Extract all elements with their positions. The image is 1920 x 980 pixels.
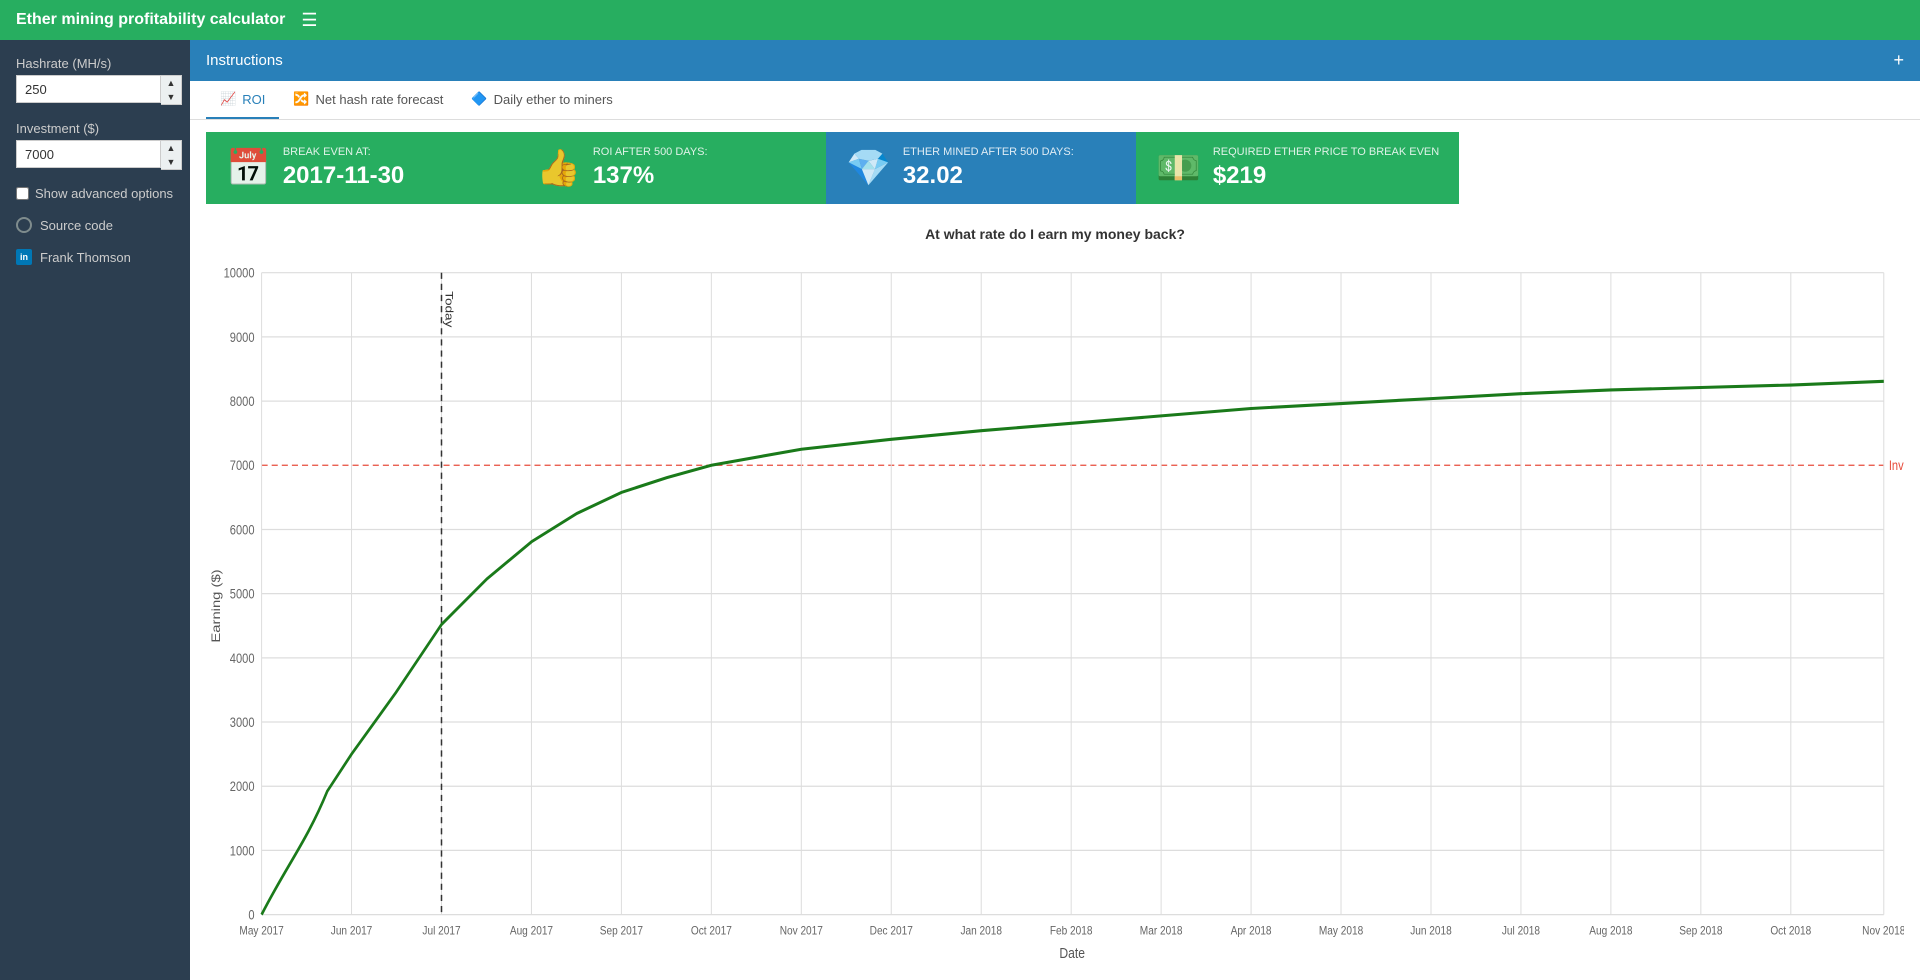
svg-text:Oct 2017: Oct 2017 xyxy=(691,925,732,938)
svg-text:Aug 2018: Aug 2018 xyxy=(1589,925,1632,938)
hashrate-input[interactable] xyxy=(16,75,161,103)
chart-svg: Earning ($) 0 1000 xyxy=(206,248,1904,964)
svg-text:Jun 2018: Jun 2018 xyxy=(1410,925,1452,938)
ether-mined-label: ETHER MINED AFTER 500 DAYS: xyxy=(903,146,1074,158)
svg-text:Jun 2017: Jun 2017 xyxy=(331,925,373,938)
investment-input-wrapper: ▲ ▼ xyxy=(16,140,174,170)
hashrate-label: Hashrate (MH/s) xyxy=(16,56,174,71)
svg-text:9000: 9000 xyxy=(230,330,255,345)
required-price-label: REQUIRED ETHER PRICE TO BREAK EVEN xyxy=(1213,146,1439,158)
hashrate-up-button[interactable]: ▲ xyxy=(161,76,181,90)
svg-text:8000: 8000 xyxy=(230,394,255,409)
instructions-bar: Instructions + xyxy=(190,40,1920,81)
advanced-options-toggle[interactable]: Show advanced options xyxy=(16,186,174,201)
author-link[interactable]: in Frank Thomson xyxy=(16,249,174,265)
x-axis-label: Date xyxy=(1059,945,1085,961)
svg-text:Apr 2018: Apr 2018 xyxy=(1231,925,1272,938)
grid-lines: 0 1000 2000 3000 4000 xyxy=(224,266,1904,923)
hashrate-section: Hashrate (MH/s) ▲ ▼ xyxy=(16,56,174,105)
tab-daily[interactable]: 🔷 Daily ether to miners xyxy=(457,81,626,119)
author-label: Frank Thomson xyxy=(40,250,131,265)
earnings-curve xyxy=(262,381,1884,914)
source-code-link[interactable]: Source code xyxy=(16,217,174,233)
svg-text:Dec 2017: Dec 2017 xyxy=(870,925,913,938)
chart-area: At what rate do I earn my money back? Ea… xyxy=(190,216,1920,980)
daily-icon: 🔷 xyxy=(471,91,487,107)
svg-text:3000: 3000 xyxy=(230,715,255,730)
stat-card-required-price: 💵 REQUIRED ETHER PRICE TO BREAK EVEN $21… xyxy=(1136,132,1459,204)
svg-text:Feb 2018: Feb 2018 xyxy=(1050,925,1093,938)
svg-text:Aug 2017: Aug 2017 xyxy=(510,925,553,938)
svg-text:Oct 2018: Oct 2018 xyxy=(1770,925,1811,938)
roi-icon: 📈 xyxy=(220,91,236,107)
svg-text:Jan 2018: Jan 2018 xyxy=(960,925,1002,938)
advanced-options-label: Show advanced options xyxy=(35,186,173,201)
hashrate-input-wrapper: ▲ ▼ xyxy=(16,75,174,105)
svg-text:Mar 2018: Mar 2018 xyxy=(1140,925,1183,938)
svg-text:0: 0 xyxy=(248,908,254,923)
linkedin-icon: in xyxy=(16,249,32,265)
app-title: Ether mining profitability calculator xyxy=(16,11,285,29)
required-price-icon: 💵 xyxy=(1156,147,1201,189)
hashrate-spinner: ▲ ▼ xyxy=(161,75,182,105)
svg-text:2000: 2000 xyxy=(230,779,255,794)
advanced-options-checkbox[interactable] xyxy=(16,187,29,200)
source-code-icon xyxy=(16,217,32,233)
investment-label: Investment xyxy=(1889,458,1904,473)
stat-card-break-even: 📅 BREAK EVEN AT: 2017-11-30 xyxy=(206,132,516,204)
y-axis-label: Earning ($) xyxy=(209,569,222,642)
stat-card-ether-mined: 💎 ETHER MINED AFTER 500 DAYS: 32.02 xyxy=(826,132,1136,204)
instructions-expand-icon[interactable]: + xyxy=(1893,50,1904,71)
tab-nethash[interactable]: 🔀 Net hash rate forecast xyxy=(279,81,457,119)
source-code-label: Source code xyxy=(40,218,113,233)
svg-text:4000: 4000 xyxy=(230,651,255,666)
svg-text:May 2018: May 2018 xyxy=(1319,925,1363,938)
svg-text:1000: 1000 xyxy=(230,843,255,858)
svg-text:May 2017: May 2017 xyxy=(239,925,283,938)
break-even-icon: 📅 xyxy=(226,147,271,189)
roi-card-icon: 👍 xyxy=(536,147,581,189)
x-axis-labels: May 2017 Jun 2017 Jul 2017 Aug 2017 Sep … xyxy=(239,925,1904,938)
investment-input[interactable] xyxy=(16,140,161,168)
tab-nethash-label: Net hash rate forecast xyxy=(316,92,444,107)
content-area: Instructions + 📈 ROI 🔀 Net hash rate for… xyxy=(190,40,1920,980)
today-label: Today xyxy=(443,291,456,328)
svg-text:Sep 2017: Sep 2017 xyxy=(600,925,643,938)
svg-text:Sep 2018: Sep 2018 xyxy=(1679,925,1722,938)
svg-text:6000: 6000 xyxy=(230,522,255,537)
ether-mined-value: 32.02 xyxy=(903,162,1074,190)
svg-text:Nov 2017: Nov 2017 xyxy=(780,925,823,938)
nethash-icon: 🔀 xyxy=(293,91,309,107)
investment-section: Investment ($) ▲ ▼ xyxy=(16,121,174,170)
investment-label: Investment ($) xyxy=(16,121,174,136)
svg-text:Jul 2017: Jul 2017 xyxy=(422,925,460,938)
investment-spinner: ▲ ▼ xyxy=(161,140,182,170)
roi-value: 137% xyxy=(593,162,708,190)
break-even-label: BREAK EVEN AT: xyxy=(283,146,404,158)
hamburger-icon[interactable]: ☰ xyxy=(301,10,317,31)
chart-container: Earning ($) 0 1000 xyxy=(206,248,1904,964)
investment-up-button[interactable]: ▲ xyxy=(161,141,181,155)
hashrate-down-button[interactable]: ▼ xyxy=(161,90,181,104)
tab-daily-label: Daily ether to miners xyxy=(494,92,613,107)
stat-card-roi: 👍 ROI AFTER 500 DAYS: 137% xyxy=(516,132,826,204)
svg-text:7000: 7000 xyxy=(230,458,255,473)
svg-text:5000: 5000 xyxy=(230,587,255,602)
tabs-container: 📈 ROI 🔀 Net hash rate forecast 🔷 Daily e… xyxy=(190,81,1920,120)
instructions-title: Instructions xyxy=(206,52,283,69)
svg-text:Nov 2018: Nov 2018 xyxy=(1862,925,1904,938)
svg-text:10000: 10000 xyxy=(224,266,255,281)
roi-label: ROI AFTER 500 DAYS: xyxy=(593,146,708,158)
svg-text:Jul 2018: Jul 2018 xyxy=(1502,925,1540,938)
tab-roi[interactable]: 📈 ROI xyxy=(206,81,279,119)
ether-mined-icon: 💎 xyxy=(846,147,891,189)
chart-title: At what rate do I earn my money back? xyxy=(206,226,1904,242)
tab-roi-label: ROI xyxy=(242,92,265,107)
sidebar: Hashrate (MH/s) ▲ ▼ Investment ($) ▲ ▼ xyxy=(0,40,190,980)
stat-cards-container: 📅 BREAK EVEN AT: 2017-11-30 👍 ROI AFTER … xyxy=(190,120,1920,216)
break-even-value: 2017-11-30 xyxy=(283,162,404,190)
investment-down-button[interactable]: ▼ xyxy=(161,155,181,169)
required-price-value: $219 xyxy=(1213,162,1439,190)
